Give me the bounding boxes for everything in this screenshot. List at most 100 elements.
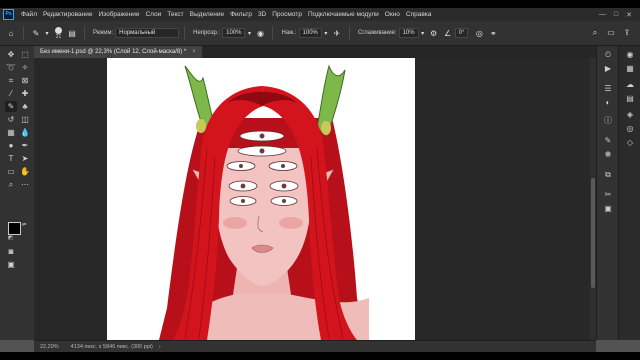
layers-panel-icon[interactable]: ◈ xyxy=(624,110,636,120)
share-icon[interactable]: ⇪ xyxy=(620,28,634,38)
maximize-button[interactable]: □ xyxy=(614,11,618,19)
panel-dock-strip: ◉ ▦ ☁ ▤ ◈ ◎ ◇ xyxy=(618,46,640,340)
close-tab-icon[interactable]: × xyxy=(192,49,196,55)
chevron-down-icon[interactable]: ▾ xyxy=(419,30,427,37)
chevron-down-icon[interactable]: ▾ xyxy=(322,30,330,37)
info-panel-icon[interactable]: ⓘ xyxy=(602,116,614,126)
angle-input[interactable]: 0° xyxy=(454,28,469,38)
menu-view[interactable]: Просмотр xyxy=(269,11,305,18)
rectangle-tool-icon[interactable]: ▭ xyxy=(5,166,17,177)
zoom-level[interactable]: 22,29% xyxy=(34,344,65,350)
tool-presets-panel-icon[interactable]: ✂ xyxy=(602,190,614,200)
default-colors-icon[interactable]: ◩ xyxy=(8,235,13,241)
adjustments-panel-icon[interactable]: ◐ xyxy=(602,98,614,108)
dodge-tool-icon[interactable]: ● xyxy=(5,140,17,151)
menu-window[interactable]: Окно xyxy=(382,11,403,18)
lasso-tool-icon[interactable]: ➰ xyxy=(5,62,17,73)
mode-label: Режим: xyxy=(93,30,114,36)
quick-select-tool-icon[interactable]: ✧ xyxy=(19,62,31,73)
menu-plugins[interactable]: Подключаемые модули xyxy=(305,11,382,18)
properties-panel-icon[interactable]: ☰ xyxy=(602,84,614,94)
actions-panel-icon[interactable]: ▶ xyxy=(602,64,614,74)
color-panel-icon[interactable]: ◉ xyxy=(624,50,636,60)
close-window-button[interactable]: ✕ xyxy=(626,11,632,19)
swatches-panel-icon[interactable]: ▦ xyxy=(624,64,636,74)
gradients-panel-icon[interactable]: ▤ xyxy=(624,94,636,104)
canvas-area[interactable] xyxy=(34,58,590,340)
mode-select[interactable]: Нормальный xyxy=(115,28,180,38)
hand-tool-icon[interactable]: ✋ xyxy=(19,166,31,177)
foreground-color-swatch[interactable] xyxy=(8,222,21,235)
window-controls: — □ ✕ xyxy=(599,11,640,19)
menu-bar: Ps Файл Редактирование Изображение Слои … xyxy=(0,8,640,21)
workspace-icon[interactable]: ▭ xyxy=(604,28,618,38)
symmetry-icon[interactable]: ⚭ xyxy=(486,29,500,38)
zoom-tool-icon[interactable]: ⌕ xyxy=(5,179,17,190)
pressure-opacity-icon[interactable]: ◉ xyxy=(253,29,267,38)
left-cheek-blush xyxy=(223,217,247,229)
channels-panel-icon[interactable]: ◎ xyxy=(624,124,636,134)
right-horn-tip xyxy=(321,121,331,135)
libraries-panel-icon[interactable]: ☁ xyxy=(624,80,636,90)
chevron-down-icon[interactable]: ▾ xyxy=(245,30,253,37)
menu-layers[interactable]: Слои xyxy=(142,11,164,18)
letterbox-bottom xyxy=(0,352,640,360)
opacity-input[interactable]: 100% xyxy=(222,28,246,38)
search-icon[interactable]: ⌕ xyxy=(588,28,602,38)
airbrush-icon[interactable]: ✈ xyxy=(330,29,344,38)
brush-preset-picker[interactable]: 21 xyxy=(51,26,65,40)
menu-edit[interactable]: Редактирование xyxy=(40,11,96,18)
status-menu-arrow-icon[interactable]: › xyxy=(159,344,161,350)
brushes-panel-icon[interactable]: ❋ xyxy=(602,150,614,160)
marquee-tool-icon[interactable]: ⬚ xyxy=(19,49,31,60)
divider xyxy=(272,26,274,40)
brush-settings-icon[interactable]: ▤ xyxy=(65,29,79,38)
screen-mode-icon[interactable]: ▣ xyxy=(5,259,17,270)
home-icon[interactable]: ⌂ xyxy=(4,29,18,38)
eyedropper-tool-icon[interactable]: ⁄ xyxy=(5,88,17,99)
history-brush-tool-icon[interactable]: ↺ xyxy=(5,114,17,125)
document-canvas[interactable] xyxy=(107,58,415,340)
clone-stamp-tool-icon[interactable]: ♣ xyxy=(19,101,31,112)
pen-tool-icon[interactable]: ✒ xyxy=(19,140,31,151)
quick-mask-icon[interactable]: ◙ xyxy=(5,246,17,257)
tools-panel: ✥ ⬚ ➰ ✧ ⌗ ⊠ ⁄ ✚ ✎ ♣ ↺ ◫ ▦ 💧 ● ✒ T ➤ ▭ ✋ … xyxy=(0,46,35,340)
gradient-tool-icon[interactable]: ▦ xyxy=(5,127,17,138)
type-tool-icon[interactable]: T xyxy=(5,153,17,164)
frame-tool-icon[interactable]: ⊠ xyxy=(19,75,31,86)
document-tab[interactable]: Без имени-1.psd @ 22,3% (Слой 12, Слой-м… xyxy=(34,46,202,58)
left-horn-tip xyxy=(196,119,206,133)
clone-source-panel-icon[interactable]: ⧉ xyxy=(602,170,614,180)
crop-tool-icon[interactable]: ⌗ xyxy=(5,75,17,86)
menu-help[interactable]: Справка xyxy=(403,11,435,18)
character-panel-icon[interactable]: ▣ xyxy=(602,204,614,214)
menu-select[interactable]: Выделение xyxy=(187,11,227,18)
healing-tool-icon[interactable]: ✚ xyxy=(19,88,31,99)
brush-size-value: 21 xyxy=(55,33,62,40)
minimize-button[interactable]: — xyxy=(599,11,606,19)
history-panel-icon[interactable]: ⏲ xyxy=(602,50,614,60)
paths-panel-icon[interactable]: ◇ xyxy=(624,138,636,148)
divider xyxy=(84,26,85,40)
brush-settings-panel-icon[interactable]: ✎ xyxy=(602,136,614,146)
move-tool-icon[interactable]: ✥ xyxy=(5,49,17,60)
menu-image[interactable]: Изображение xyxy=(96,11,143,18)
swap-colors-icon[interactable]: ⇄ xyxy=(22,222,26,228)
blur-tool-icon[interactable]: 💧 xyxy=(19,127,31,138)
artwork-illustration xyxy=(159,64,369,340)
gear-icon[interactable]: ⚙ xyxy=(427,29,441,38)
menu-type[interactable]: Текст xyxy=(164,11,186,18)
pressure-size-icon[interactable]: ◎ xyxy=(472,29,486,38)
menu-3d[interactable]: 3D xyxy=(255,11,269,18)
path-select-tool-icon[interactable]: ➤ xyxy=(19,153,31,164)
scrollbar-thumb[interactable] xyxy=(591,178,595,288)
brush-tool-icon[interactable]: ✎ xyxy=(5,101,17,112)
pressure-input[interactable]: 100% xyxy=(298,28,322,38)
brush-tool-icon[interactable]: ✎ xyxy=(29,29,43,38)
menu-filter[interactable]: Фильтр xyxy=(227,11,255,18)
eraser-tool-icon[interactable]: ◫ xyxy=(19,114,31,125)
menu-file[interactable]: Файл xyxy=(18,11,40,18)
chevron-down-icon[interactable]: ▾ xyxy=(43,30,51,37)
smoothing-input[interactable]: 10% xyxy=(398,28,419,38)
more-tools-icon[interactable]: ⋯ xyxy=(19,179,31,190)
